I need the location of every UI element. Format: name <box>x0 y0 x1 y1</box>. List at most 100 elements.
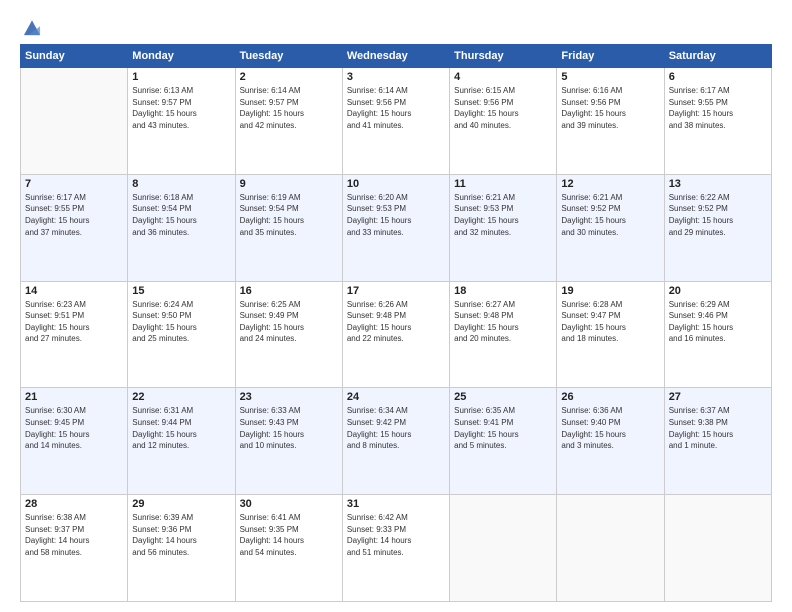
day-info: Sunrise: 6:25 AMSunset: 9:49 PMDaylight:… <box>240 299 338 345</box>
day-number: 24 <box>347 391 445 403</box>
table-row: 19 Sunrise: 6:28 AMSunset: 9:47 PMDayligh… <box>557 281 664 388</box>
col-monday: Monday <box>128 45 235 68</box>
day-info: Sunrise: 6:16 AMSunset: 9:56 PMDaylight:… <box>561 85 659 131</box>
day-number: 13 <box>669 178 767 190</box>
table-row <box>450 495 557 602</box>
day-number: 8 <box>132 178 230 190</box>
day-number: 11 <box>454 178 552 190</box>
table-row: 11 Sunrise: 6:21 AMSunset: 9:53 PMDayligh… <box>450 174 557 281</box>
day-number: 7 <box>25 178 123 190</box>
day-info: Sunrise: 6:29 AMSunset: 9:46 PMDaylight:… <box>669 299 767 345</box>
day-info: Sunrise: 6:33 AMSunset: 9:43 PMDaylight:… <box>240 405 338 451</box>
day-info: Sunrise: 6:13 AMSunset: 9:57 PMDaylight:… <box>132 85 230 131</box>
day-info: Sunrise: 6:22 AMSunset: 9:52 PMDaylight:… <box>669 192 767 238</box>
day-number: 23 <box>240 391 338 403</box>
calendar-week-row: 14 Sunrise: 6:23 AMSunset: 9:51 PMDayligh… <box>21 281 772 388</box>
day-number: 2 <box>240 71 338 83</box>
day-number: 28 <box>25 498 123 510</box>
day-info: Sunrise: 6:21 AMSunset: 9:52 PMDaylight:… <box>561 192 659 238</box>
table-row: 20 Sunrise: 6:29 AMSunset: 9:46 PMDayligh… <box>664 281 771 388</box>
day-info: Sunrise: 6:21 AMSunset: 9:53 PMDaylight:… <box>454 192 552 238</box>
day-info: Sunrise: 6:38 AMSunset: 9:37 PMDaylight:… <box>25 512 123 558</box>
day-number: 31 <box>347 498 445 510</box>
day-info: Sunrise: 6:18 AMSunset: 9:54 PMDaylight:… <box>132 192 230 238</box>
day-number: 10 <box>347 178 445 190</box>
table-row: 9 Sunrise: 6:19 AMSunset: 9:54 PMDaylight… <box>235 174 342 281</box>
col-wednesday: Wednesday <box>342 45 449 68</box>
day-number: 26 <box>561 391 659 403</box>
day-number: 19 <box>561 285 659 297</box>
table-row: 16 Sunrise: 6:25 AMSunset: 9:49 PMDayligh… <box>235 281 342 388</box>
table-row <box>21 68 128 175</box>
calendar-week-row: 28 Sunrise: 6:38 AMSunset: 9:37 PMDayligh… <box>21 495 772 602</box>
table-row: 27 Sunrise: 6:37 AMSunset: 9:38 PMDayligh… <box>664 388 771 495</box>
table-row: 4 Sunrise: 6:15 AMSunset: 9:56 PMDaylight… <box>450 68 557 175</box>
day-number: 25 <box>454 391 552 403</box>
calendar-header-row: Sunday Monday Tuesday Wednesday Thursday… <box>21 45 772 68</box>
table-row: 15Sunrise: 6:24 AMSunset: 9:50 PMDayligh… <box>128 281 235 388</box>
table-row: 22Sunrise: 6:31 AMSunset: 9:44 PMDayligh… <box>128 388 235 495</box>
day-info: Sunrise: 6:37 AMSunset: 9:38 PMDaylight:… <box>669 405 767 451</box>
day-number: 17 <box>347 285 445 297</box>
day-number: 5 <box>561 71 659 83</box>
table-row: 2 Sunrise: 6:14 AMSunset: 9:57 PMDaylight… <box>235 68 342 175</box>
table-row: 7 Sunrise: 6:17 AMSunset: 9:55 PMDaylight… <box>21 174 128 281</box>
day-number: 6 <box>669 71 767 83</box>
calendar-week-row: 21 Sunrise: 6:30 AMSunset: 9:45 PMDayligh… <box>21 388 772 495</box>
table-row: 30 Sunrise: 6:41 AMSunset: 9:35 PMDayligh… <box>235 495 342 602</box>
col-sunday: Sunday <box>21 45 128 68</box>
table-row: 25 Sunrise: 6:35 AMSunset: 9:41 PMDayligh… <box>450 388 557 495</box>
header <box>20 16 772 34</box>
day-number: 9 <box>240 178 338 190</box>
day-info: Sunrise: 6:42 AMSunset: 9:33 PMDaylight:… <box>347 512 445 558</box>
day-info: Sunrise: 6:17 AMSunset: 9:55 PMDaylight:… <box>25 192 123 238</box>
table-row: 21 Sunrise: 6:30 AMSunset: 9:45 PMDayligh… <box>21 388 128 495</box>
table-row: 24 Sunrise: 6:34 AMSunset: 9:42 PMDayligh… <box>342 388 449 495</box>
table-row: 23 Sunrise: 6:33 AMSunset: 9:43 PMDayligh… <box>235 388 342 495</box>
day-info: Sunrise: 6:14 AMSunset: 9:57 PMDaylight:… <box>240 85 338 131</box>
col-tuesday: Tuesday <box>235 45 342 68</box>
table-row: 5 Sunrise: 6:16 AMSunset: 9:56 PMDaylight… <box>557 68 664 175</box>
table-row: 14 Sunrise: 6:23 AMSunset: 9:51 PMDayligh… <box>21 281 128 388</box>
col-friday: Friday <box>557 45 664 68</box>
day-number: 21 <box>25 391 123 403</box>
calendar-week-row: 7 Sunrise: 6:17 AMSunset: 9:55 PMDaylight… <box>21 174 772 281</box>
day-number: 22 <box>132 391 230 403</box>
table-row: 12 Sunrise: 6:21 AMSunset: 9:52 PMDayligh… <box>557 174 664 281</box>
day-info: Sunrise: 6:39 AMSunset: 9:36 PMDaylight:… <box>132 512 230 558</box>
col-saturday: Saturday <box>664 45 771 68</box>
col-thursday: Thursday <box>450 45 557 68</box>
table-row: 31 Sunrise: 6:42 AMSunset: 9:33 PMDayligh… <box>342 495 449 602</box>
day-info: Sunrise: 6:28 AMSunset: 9:47 PMDaylight:… <box>561 299 659 345</box>
day-number: 20 <box>669 285 767 297</box>
day-info: Sunrise: 6:34 AMSunset: 9:42 PMDaylight:… <box>347 405 445 451</box>
table-row: 3 Sunrise: 6:14 AMSunset: 9:56 PMDaylight… <box>342 68 449 175</box>
table-row: 26Sunrise: 6:36 AMSunset: 9:40 PMDayligh… <box>557 388 664 495</box>
table-row: 29 Sunrise: 6:39 AMSunset: 9:36 PMDayligh… <box>128 495 235 602</box>
day-number: 4 <box>454 71 552 83</box>
logo-icon <box>21 16 43 38</box>
calendar-week-row: 1 Sunrise: 6:13 AMSunset: 9:57 PMDaylight… <box>21 68 772 175</box>
day-number: 29 <box>132 498 230 510</box>
day-number: 14 <box>25 285 123 297</box>
day-info: Sunrise: 6:15 AMSunset: 9:56 PMDaylight:… <box>454 85 552 131</box>
day-number: 3 <box>347 71 445 83</box>
day-info: Sunrise: 6:30 AMSunset: 9:45 PMDaylight:… <box>25 405 123 451</box>
day-number: 12 <box>561 178 659 190</box>
day-number: 27 <box>669 391 767 403</box>
day-number: 15 <box>132 285 230 297</box>
day-info: Sunrise: 6:14 AMSunset: 9:56 PMDaylight:… <box>347 85 445 131</box>
day-number: 16 <box>240 285 338 297</box>
day-number: 18 <box>454 285 552 297</box>
table-row: 10Sunrise: 6:20 AMSunset: 9:53 PMDayligh… <box>342 174 449 281</box>
logo <box>20 16 43 34</box>
table-row: 28 Sunrise: 6:38 AMSunset: 9:37 PMDayligh… <box>21 495 128 602</box>
day-info: Sunrise: 6:35 AMSunset: 9:41 PMDaylight:… <box>454 405 552 451</box>
table-row: 8 Sunrise: 6:18 AMSunset: 9:54 PMDaylight… <box>128 174 235 281</box>
day-number: 30 <box>240 498 338 510</box>
day-info: Sunrise: 6:41 AMSunset: 9:35 PMDaylight:… <box>240 512 338 558</box>
day-info: Sunrise: 6:19 AMSunset: 9:54 PMDaylight:… <box>240 192 338 238</box>
day-info: Sunrise: 6:23 AMSunset: 9:51 PMDaylight:… <box>25 299 123 345</box>
page: Sunday Monday Tuesday Wednesday Thursday… <box>0 0 792 612</box>
day-number: 1 <box>132 71 230 83</box>
